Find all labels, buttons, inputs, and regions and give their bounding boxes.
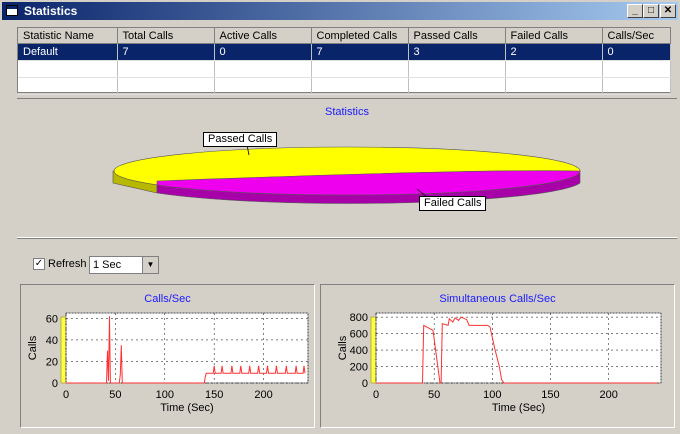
chevron-down-icon[interactable]: ▼ [142, 257, 158, 273]
maximize-button[interactable]: □ [643, 4, 659, 18]
table-cell[interactable]: 3 [408, 43, 506, 61]
x-tick-label: 150 [541, 389, 559, 401]
column-header-total-calls[interactable]: Total Calls [117, 28, 215, 44]
x-tick-label: 0 [63, 389, 69, 401]
plot-area [65, 312, 309, 384]
minimize-button[interactable]: _ [627, 4, 643, 18]
column-header-completed-calls[interactable]: Completed Calls [311, 28, 409, 44]
table-row[interactable]: Default 7 0 7 3 2 0 [18, 43, 671, 61]
simultaneous-calls-chart-panel: Simultaneous Calls/Sec 0 200 400 600 800 0 50 1… [320, 284, 675, 428]
table-cell[interactable]: Default [18, 43, 118, 61]
y-tick-label: 20 [46, 356, 58, 368]
plot-side-wall [60, 316, 67, 384]
y-axis-label: Calls [27, 335, 39, 360]
y-axis-label: Calls [337, 335, 349, 360]
pie-label-failed: Failed Calls [419, 196, 487, 211]
x-tick-label: 0 [373, 389, 379, 401]
x-tick-label: 50 [428, 389, 440, 401]
refresh-interval-value: 1 Sec [93, 259, 122, 271]
plot-area [375, 312, 662, 384]
pie-label-passed: Passed Calls [203, 132, 278, 147]
x-tick-label: 150 [205, 389, 223, 401]
simultaneous-calls-chart: 0 200 400 600 800 0 50 100 150 200 Time (Sec) Calls [337, 312, 662, 414]
close-button[interactable]: ✕ [660, 4, 676, 18]
table-row-empty [18, 77, 671, 95]
table-cell[interactable]: 2 [505, 43, 603, 61]
x-tick-label: 200 [599, 389, 617, 401]
column-header-calls-per-sec[interactable]: Calls/Sec [602, 28, 671, 44]
y-tick-label: 60 [46, 313, 58, 325]
y-tick-label: 40 [46, 335, 58, 347]
table-cell[interactable]: 7 [117, 43, 215, 61]
window-icon [6, 5, 18, 16]
y-tick-label: 400 [350, 345, 368, 357]
y-tick-label: 0 [52, 378, 58, 390]
x-tick-label: 200 [254, 389, 272, 401]
refresh-interval-select[interactable]: 1 Sec ▼ [89, 256, 159, 274]
y-tick-label: 600 [350, 329, 368, 341]
x-tick-label: 50 [109, 389, 121, 401]
table-cell[interactable]: 0 [602, 43, 671, 61]
x-tick-label: 100 [483, 389, 501, 401]
window-title: Statistics [24, 4, 78, 18]
calls-per-sec-chart-panel: Calls/Sec 0 20 40 60 0 50 100 150 200 Time (Sec) C… [20, 284, 315, 428]
x-axis-label: Time (Sec) [492, 402, 545, 414]
calls-per-sec-chart: 0 20 40 60 0 50 100 150 200 Time (Sec) Calls [27, 312, 309, 414]
refresh-checkbox[interactable]: ✓ [33, 258, 45, 270]
column-header-active-calls[interactable]: Active Calls [214, 28, 312, 44]
x-axis-label: Time (Sec) [160, 402, 213, 414]
x-tick-label: 100 [156, 389, 174, 401]
statistics-grid[interactable]: Statistic Name Total Calls Active Calls … [17, 27, 671, 95]
statistics-window: Statistics _ □ ✕ Statistic Name Total Ca… [0, 0, 680, 434]
column-header-passed-calls[interactable]: Passed Calls [408, 28, 506, 44]
y-tick-label: 800 [350, 312, 368, 324]
table-row-empty [18, 60, 671, 78]
title-bar[interactable]: Statistics _ □ ✕ [2, 2, 678, 20]
y-tick-label: 200 [350, 362, 368, 374]
plot-side-wall [370, 316, 377, 384]
refresh-label[interactable]: Refresh [48, 258, 87, 270]
y-tick-label: 0 [362, 378, 368, 390]
pie-chart-panel: Statistics Passed Calls Failed Calls [17, 98, 677, 238]
table-cell[interactable]: 7 [311, 43, 409, 61]
column-header-statistic-name[interactable]: Statistic Name [18, 28, 118, 44]
pie-chart [112, 144, 581, 204]
table-cell[interactable]: 0 [214, 43, 312, 61]
column-header-failed-calls[interactable]: Failed Calls [505, 28, 603, 44]
